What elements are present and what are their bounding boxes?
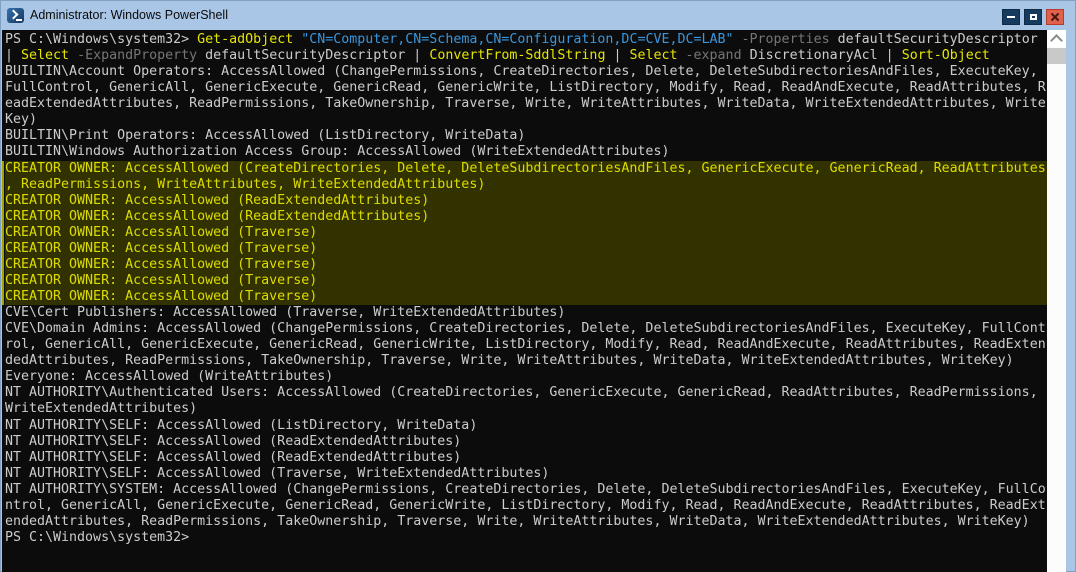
terminal-line: rol, GenericAll, GenericExecute, Generic… <box>5 337 1046 353</box>
window-controls <box>1002 9 1064 25</box>
powershell-icon <box>7 7 24 23</box>
window-title: Administrator: Windows PowerShell <box>30 8 228 22</box>
terminal-line: Everyone: AccessAllowed (WriteAttributes… <box>5 369 334 385</box>
terminal-line-highlighted: , ReadPermissions, WriteAttributes, Writ… <box>2 176 1047 193</box>
powershell-icon-underscore <box>16 18 22 21</box>
powershell-window: Administrator: Windows PowerShell PS C:\… <box>0 0 1076 572</box>
close-icon <box>1050 12 1060 22</box>
scrollbar-track[interactable] <box>1047 30 1066 572</box>
terminal-line-highlighted: CREATOR OWNER: AccessAllowed (Traverse) <box>2 289 1047 306</box>
terminal-line: BUILTIN\Windows Authorization Access Gro… <box>5 144 670 160</box>
terminal-line: PS C:\Windows\system32> Get-adObject "CN… <box>5 32 1038 47</box>
terminal-line-highlighted: CREATOR OWNER: AccessAllowed (Traverse) <box>2 272 1047 290</box>
terminal-line: ntrol, GenericAll, GenericExecute, Gener… <box>5 497 1046 513</box>
terminal-line-highlighted: CREATOR OWNER: AccessAllowed (Traverse) <box>2 240 1047 257</box>
terminal-line: FullControl, GenericAll, GenericExecute,… <box>5 80 1046 96</box>
maximize-button[interactable] <box>1024 9 1042 25</box>
terminal-line-highlighted: CREATOR OWNER: AccessAllowed (ReadExtend… <box>2 192 1047 209</box>
minimize-button[interactable] <box>1002 9 1020 25</box>
terminal-line: endedAttributes, ReadPermissions, TakeOw… <box>5 513 1030 529</box>
terminal-line: PS C:\Windows\system32> <box>5 529 198 545</box>
terminal-line-highlighted: CREATOR OWNER: AccessAllowed (CreateDire… <box>2 160 1047 177</box>
scrollbar-thumb[interactable] <box>1047 48 1066 64</box>
terminal-line: WriteExtendedAttributes) <box>5 401 198 417</box>
terminal-line: NT AUTHORITY\SELF: AccessAllowed (ListDi… <box>5 417 478 433</box>
terminal-line-highlighted: CREATOR OWNER: AccessAllowed (Traverse) <box>2 256 1047 274</box>
terminal-line: dedAttributes, ReadPermissions, TakeOwne… <box>5 353 1014 369</box>
scroll-up-icon <box>1050 34 1063 47</box>
maximize-icon <box>1029 14 1037 20</box>
scrollbar-up-button[interactable] <box>1047 30 1066 47</box>
close-button[interactable] <box>1046 9 1064 25</box>
terminal-output[interactable]: PS C:\Windows\system32> Get-adObject "CN… <box>2 30 1047 572</box>
powershell-icon-chevron <box>8 9 19 19</box>
terminal-line: NT AUTHORITY\Authenticated Users: Access… <box>5 385 1038 401</box>
terminal-line: NT AUTHORITY\SELF: AccessAllowed (ReadEx… <box>5 433 462 449</box>
terminal-line-highlighted: CREATOR OWNER: AccessAllowed (Traverse) <box>2 224 1047 241</box>
terminal-line: BUILTIN\Print Operators: AccessAllowed (… <box>5 128 526 144</box>
terminal-line: CVE\Domain Admins: AccessAllowed (Change… <box>5 321 1046 337</box>
terminal-line: BUILTIN\Account Operators: AccessAllowed… <box>5 64 1038 80</box>
minimize-icon <box>1007 16 1015 18</box>
terminal-line-highlighted: CREATOR OWNER: AccessAllowed (ReadExtend… <box>2 208 1047 225</box>
terminal-line: eadExtendedAttributes, ReadPermissions, … <box>5 96 1046 112</box>
title-bar[interactable]: Administrator: Windows PowerShell <box>0 0 1076 30</box>
terminal-line: NT AUTHORITY\SYSTEM: AccessAllowed (Chan… <box>5 481 1046 497</box>
terminal-line: NT AUTHORITY\SELF: AccessAllowed (ReadEx… <box>5 449 462 465</box>
terminal-line: Key) <box>5 112 38 128</box>
terminal-line: CVE\Cert Publishers: AccessAllowed (Trav… <box>5 305 566 321</box>
terminal-line: NT AUTHORITY\SELF: AccessAllowed (Traver… <box>5 465 550 481</box>
terminal-line: | Select -ExpandProperty defaultSecurity… <box>5 48 990 64</box>
